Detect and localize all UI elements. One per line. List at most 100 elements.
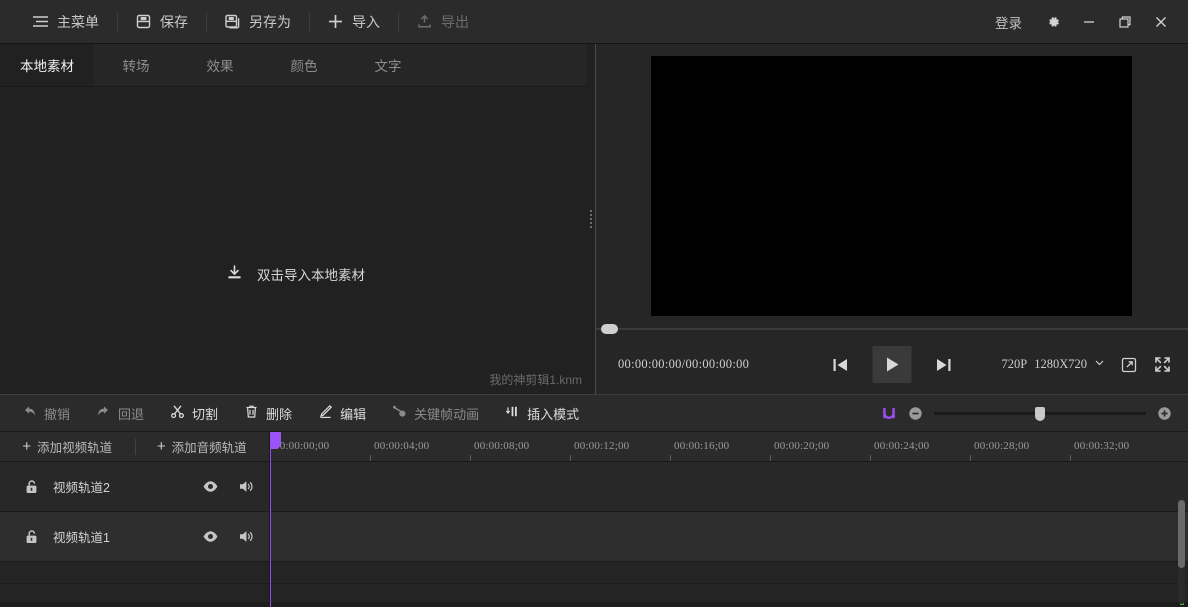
undo-arrow-icon [22,404,37,422]
save-as-label: 另存为 [249,12,291,32]
redo-button[interactable]: 回退 [96,404,144,423]
main-menu-label: 主菜单 [57,12,99,32]
magnet-snap-icon[interactable] [881,405,897,421]
preview-canvas[interactable] [651,56,1132,316]
download-import-icon [225,263,244,285]
skip-next-icon[interactable] [934,355,954,375]
zoom-minus-icon[interactable] [908,406,923,421]
split-button[interactable]: 切割 [170,404,218,423]
plus-import-icon [327,13,344,30]
login-button[interactable]: 登录 [983,12,1034,32]
add-track-group: + 添加视频轨道 + 添加音频轨道 [0,432,270,462]
export-upload-icon [416,13,433,30]
timeline-vertical-scrollbar[interactable] [1178,500,1185,568]
export-button[interactable]: 导出 [398,0,487,44]
timeline-zoom-slider[interactable] [934,412,1146,415]
resolution-size-label: 1280X720 [1034,357,1087,372]
video-editor-window: 主菜单 保存 另存为 [0,0,1188,607]
pop-out-window-icon[interactable] [1120,356,1138,374]
track-name: 视频轨道1 [53,527,110,546]
track-header-video2: 视频轨道2 [0,462,270,511]
save-button[interactable]: 保存 [117,0,206,44]
keyframe-label: 关键帧动画 [414,404,479,423]
status-bar [0,602,1188,607]
scrubber-handle[interactable] [601,324,618,334]
table-row[interactable]: 视频轨道2 [0,462,1188,512]
table-row[interactable]: 视频轨道1 [0,512,1188,562]
ruler-tick-label: 00:00:12;00 [574,440,629,452]
main-menu-button[interactable]: 主菜单 [14,0,117,44]
unlock-icon[interactable] [24,529,39,545]
add-audio-track-button[interactable]: + 添加音频轨道 [135,432,270,462]
hamburger-menu-icon [32,13,49,30]
eye-visible-icon[interactable] [202,480,219,493]
close-icon[interactable] [1144,2,1178,42]
fullscreen-icon[interactable] [1153,355,1172,374]
import-hint-label: 双击导入本地素材 [257,264,365,284]
edit-tool-group: 撤销 回退 切割 [0,404,579,423]
transport-controls [831,346,954,383]
edit-label: 编辑 [340,404,366,423]
pencil-edit-icon [318,404,333,422]
redo-label: 回退 [118,404,144,423]
import-button[interactable]: 导入 [309,0,398,44]
add-video-track-button[interactable]: + 添加视频轨道 [0,432,135,462]
ruler-tick-label: 00:00:00;00 [274,440,329,452]
ruler-tick-label: 00:00:32;00 [1074,440,1129,452]
delete-label: 删除 [266,404,292,423]
track-toggle-group [202,529,255,544]
save-as-button[interactable]: 另存为 [206,0,309,44]
preview-scrubber[interactable] [596,323,1188,335]
timeline-tracks: 视频轨道2 [0,462,1188,607]
zoom-slider-handle[interactable] [1035,407,1045,421]
track-lane-video1[interactable] [270,512,1188,561]
resolution-quality-label: 720P [1002,357,1028,372]
speaker-on-icon[interactable] [238,529,255,544]
media-drop-area[interactable]: 双击导入本地素材 我的神剪辑1.knm [0,87,590,394]
preview-timecode: 00:00:00:00/00:00:00:00 [618,357,749,372]
track-lane-video2[interactable] [270,462,1188,511]
main-menu-group: 主菜单 保存 另存为 [0,0,487,44]
save-label: 保存 [160,12,188,32]
preview-right-controls: 720P 1280X720 [1002,355,1172,374]
edit-button[interactable]: 编辑 [318,404,366,423]
gear-icon[interactable] [1036,2,1070,42]
ruler-tick-label: 00:00:20;00 [774,440,829,452]
zoom-plus-icon[interactable] [1157,406,1172,421]
undo-button[interactable]: 撤销 [22,404,70,423]
tab-colors[interactable]: 颜色 [262,44,346,86]
insert-mode-button[interactable]: 插入模式 [505,404,579,423]
project-file-name: 我的神剪辑1.knm [489,371,582,388]
keyframe-animation-button[interactable]: 关键帧动画 [392,404,479,423]
minimize-icon[interactable] [1072,2,1106,42]
redo-arrow-icon [96,404,111,422]
ruler-tick-label: 00:00:16;00 [674,440,729,452]
ruler-tick-label: 00:00:04;00 [374,440,429,452]
edit-toolbar: 撤销 回退 切割 [0,395,1188,432]
panel-vertical-splitter[interactable] [586,44,595,394]
skip-previous-icon[interactable] [831,355,851,375]
plus-icon: + [22,439,31,454]
ruler-tick-label: 00:00:08;00 [474,440,529,452]
add-video-track-label: 添加视频轨道 [37,437,112,456]
save-icon [135,13,152,30]
media-library-panel: 本地素材 转场 效果 颜色 文字 双击导入本地素材 我的神剪辑1.knm [0,44,590,394]
play-button[interactable] [873,346,912,383]
export-label: 导出 [441,12,469,32]
import-media-hint[interactable]: 双击导入本地素材 [0,263,590,285]
tab-effects[interactable]: 效果 [178,44,262,86]
timeline-ruler[interactable]: 00:00:00;00 00:00:04;00 00:00:08;00 00:0… [270,432,1188,462]
eye-visible-icon[interactable] [202,530,219,543]
tab-text[interactable]: 文字 [346,44,430,86]
unlock-icon[interactable] [24,479,39,495]
tab-local-media[interactable]: 本地素材 [0,44,94,86]
plus-icon: + [157,439,166,454]
track-toggle-group [202,479,255,494]
tab-transitions[interactable]: 转场 [94,44,178,86]
resolution-dropdown[interactable]: 720P 1280X720 [1002,357,1105,372]
maximize-restore-icon[interactable] [1108,2,1142,42]
keyframe-icon [392,404,407,422]
delete-button[interactable]: 删除 [244,404,292,423]
title-bar: 主菜单 保存 另存为 [0,0,1188,44]
speaker-on-icon[interactable] [238,479,255,494]
